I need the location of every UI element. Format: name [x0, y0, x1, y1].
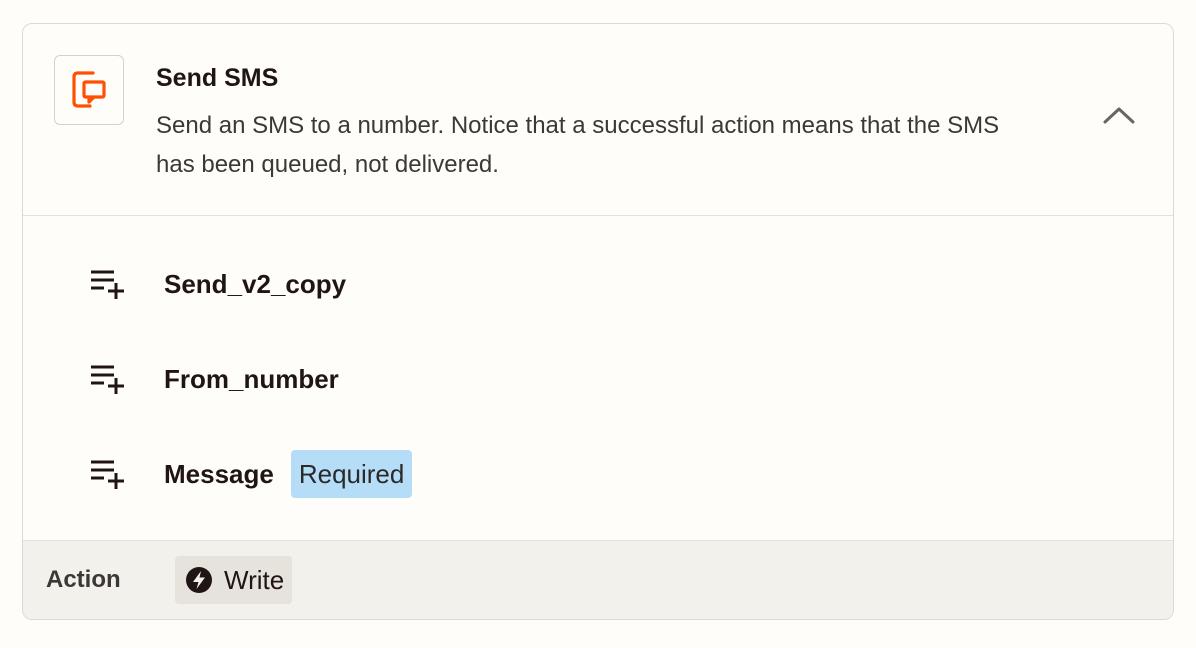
fields-list: Send_v2_copy From_number Message Require…: [23, 215, 1173, 540]
list-add-icon: [89, 458, 129, 490]
write-label: Write: [224, 564, 285, 595]
sms-app-icon: [54, 55, 124, 125]
field-row-send-v2-copy[interactable]: Send_v2_copy: [89, 260, 346, 308]
collapse-button[interactable]: [1101, 100, 1137, 130]
sms-device-icon: [72, 71, 106, 108]
field-row-message[interactable]: Message Required: [89, 450, 413, 498]
required-badge: Required: [290, 450, 413, 498]
write-badge: Write: [175, 556, 293, 604]
field-row-from-number[interactable]: From_number: [89, 355, 339, 403]
list-add-icon: [89, 268, 129, 300]
card-description: Send an SMS to a number. Notice that a s…: [156, 112, 1000, 178]
lightning-bolt-icon: [186, 567, 212, 593]
card-header[interactable]: Send SMS Send an SMS to a number. Notice…: [23, 24, 1173, 216]
chevron-up-icon: [1103, 107, 1135, 124]
action-type-label: Action: [46, 566, 121, 593]
field-label: Send_v2_copy: [164, 268, 347, 299]
list-add-icon: [89, 363, 129, 395]
card-title: Send SMS: [156, 64, 279, 92]
field-label: From_number: [164, 363, 339, 394]
card-footer: Action Write: [23, 540, 1173, 619]
field-label: Message: [164, 458, 274, 489]
action-card: Send SMS Send an SMS to a number. Notice…: [22, 23, 1174, 620]
